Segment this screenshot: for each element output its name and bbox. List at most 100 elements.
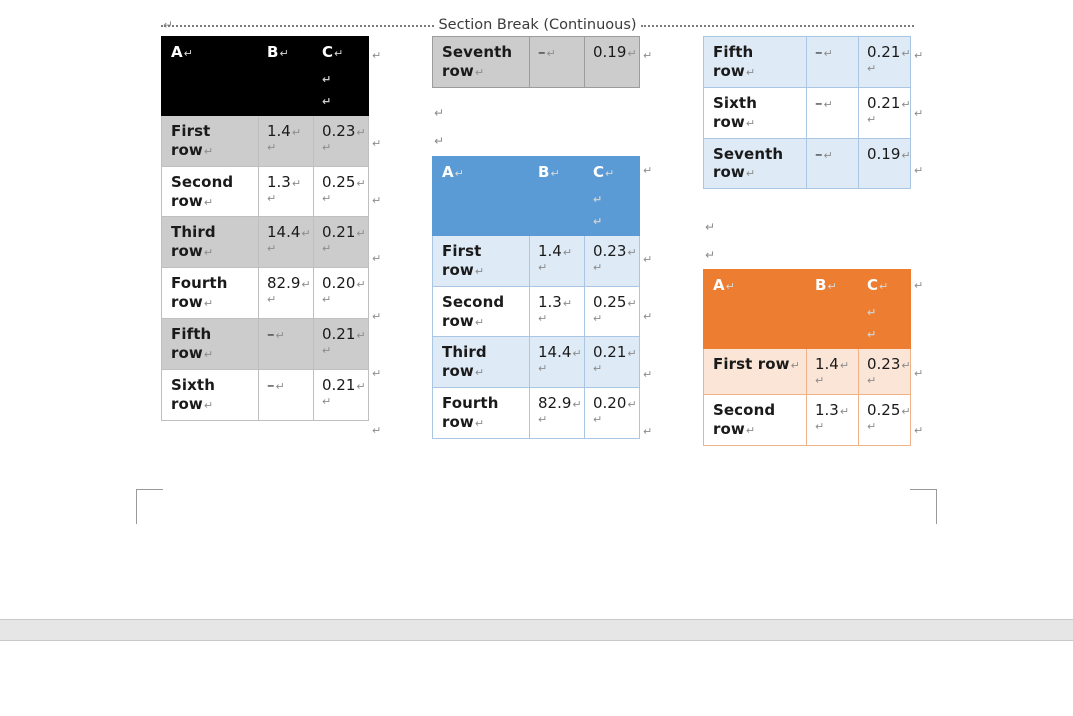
end-of-row-mark: ↵ — [643, 368, 653, 381]
cell-value-c[interactable]: 0.21↵ ↵ — [858, 36, 911, 88]
cell-label[interactable]: Fifth row↵ — [161, 318, 259, 370]
paragraph-mark: ↵ — [267, 242, 277, 256]
cell-value-c[interactable]: 0.21↵ ↵ — [313, 318, 369, 370]
cell-value-b[interactable]: –↵ — [806, 86, 859, 139]
cell-value-b[interactable]: –↵ — [806, 137, 859, 190]
cell-header-c[interactable]: C↵ ↵ ↵ — [313, 36, 369, 116]
cell-header-a[interactable]: A↵ — [703, 269, 807, 349]
cell-value-c[interactable]: 0.21↵ ↵ — [858, 86, 911, 139]
cell-value-c[interactable]: 0.20↵ ↵ — [584, 387, 640, 440]
table-row[interactable]: Third row↵ 14.4↵ ↵ 0.21↵ ↵ — [161, 216, 369, 269]
table-row[interactable]: Fifth row↵ –↵ 0.21↵ ↵ — [703, 36, 911, 88]
cell-label[interactable]: First row↵ — [703, 347, 807, 395]
cell-value-b[interactable]: 1.4↵ ↵ — [806, 347, 859, 395]
cell-value-b[interactable]: 1.3↵ ↵ — [529, 285, 585, 338]
cell-header-b[interactable]: B↵ — [806, 269, 859, 349]
table-row[interactable]: First row↵ 1.4↵ ↵ 0.23↵ ↵ — [703, 347, 911, 395]
cell-value-b[interactable]: 82.9↵ ↵ — [529, 387, 585, 440]
cell-label[interactable]: Seventh row↵ — [432, 36, 530, 88]
cell-value-c[interactable]: 0.23↵ ↵ — [584, 234, 640, 287]
paragraph-mark-spacer: ↵ — [705, 220, 716, 234]
cell-value-c[interactable]: 0.25↵ ↵ — [858, 393, 911, 446]
table-row[interactable]: Second row↵ 1.3↵ ↵ 0.25↵ ↵ — [161, 165, 369, 218]
table-row[interactable]: Sixth row↵ –↵ 0.21↵ ↵ — [161, 368, 369, 421]
table-row[interactable]: Fourth row↵ 82.9↵ ↵ 0.20↵ ↵ — [432, 387, 640, 440]
black-header-table[interactable]: A↵ B↵ C↵ ↵ ↵ First row↵ 1.4↵ ↵ 0.23↵ ↵ Sec… — [161, 36, 369, 421]
cell-value-b[interactable]: 1.4↵ ↵ — [258, 114, 314, 167]
cell-label[interactable]: First row↵ — [432, 234, 530, 287]
cell-value-b[interactable]: –↵ — [529, 36, 585, 88]
table-row[interactable]: Fifth row↵ –↵ 0.21↵ ↵ — [161, 318, 369, 370]
cell-value-b[interactable]: 14.4↵ ↵ — [258, 216, 314, 269]
cell-value-b[interactable]: –↵ — [258, 368, 314, 421]
table-row-header[interactable]: A↵ B↵ C↵ ↵ ↵ — [432, 156, 640, 236]
table-row[interactable]: Sixth row↵ –↵ 0.21↵ ↵ — [703, 86, 911, 139]
table-row-header[interactable]: A↵ B↵ C↵ ↵ ↵ — [161, 36, 369, 116]
cell-header-a[interactable]: A↵ — [161, 36, 259, 116]
cell-value-c[interactable]: 0.19↵ — [858, 137, 911, 190]
cell-value-c[interactable]: 0.20↵ ↵ — [313, 267, 369, 320]
cell-value-c[interactable]: 0.25↵ ↵ — [313, 165, 369, 218]
cell-value-c[interactable]: 0.21↵ ↵ — [313, 368, 369, 421]
cell-header-a[interactable]: A↵ — [432, 156, 530, 236]
orange-header-table[interactable]: A↵ B↵ C↵ ↵ ↵ First row↵ 1.4↵ ↵ 0.23↵ ↵ Sec… — [703, 269, 911, 446]
paragraph-mark: ↵ — [901, 97, 911, 111]
table-row[interactable]: First row↵ 1.4↵ ↵ 0.23↵ ↵ — [432, 234, 640, 287]
table-row[interactable]: Fourth row↵ 82.9↵ ↵ 0.20↵ ↵ — [161, 267, 369, 320]
cell-label[interactable]: Seventh row↵ — [703, 137, 807, 190]
paragraph-mark: ↵ — [203, 246, 214, 260]
cell-header-c[interactable]: C↵ ↵ ↵ — [858, 269, 911, 349]
cell-label[interactable]: Second row↵ — [432, 285, 530, 338]
cell-label[interactable]: Fourth row↵ — [432, 387, 530, 440]
value-c: 0.21 — [322, 223, 356, 242]
cell-label[interactable]: Second row↵ — [703, 393, 807, 446]
cell-value-b[interactable]: 1.3↵ ↵ — [806, 393, 859, 446]
end-of-row-mark: ↵ — [914, 279, 924, 292]
blue-continuation-table[interactable]: Fifth row↵ –↵ 0.21↵ ↵ Sixth row↵ –↵ 0.21↵… — [703, 36, 911, 190]
cell-value-c[interactable]: 0.19↵ — [584, 36, 640, 88]
cell-label[interactable]: First row↵ — [161, 114, 259, 167]
section-break-label: Section Break (Continuous) — [438, 17, 637, 33]
cell-value-c[interactable]: 0.23↵ ↵ — [313, 114, 369, 167]
cell-value-b[interactable]: –↵ — [258, 318, 314, 370]
cell-label[interactable]: Fifth row↵ — [703, 36, 807, 88]
table-row[interactable]: Seventh row↵ –↵ 0.19↵ — [432, 36, 640, 88]
table-row-header[interactable]: A↵ B↵ C↵ ↵ ↵ — [703, 269, 911, 349]
cell-header-c[interactable]: C↵ ↵ ↵ — [584, 156, 640, 236]
blue-header-table[interactable]: A↵ B↵ C↵ ↵ ↵ First row↵ 1.4↵ ↵ 0.23↵ ↵ Sec… — [432, 156, 640, 440]
cell-value-c[interactable]: 0.21↵ ↵ — [584, 336, 640, 389]
paragraph-mark: ↵ — [203, 144, 214, 158]
table-row[interactable]: First row↵ 1.4↵ ↵ 0.23↵ ↵ — [161, 114, 369, 167]
paragraph-mark: ↵ — [474, 264, 485, 278]
cell-header-b[interactable]: B↵ — [258, 36, 314, 116]
paragraph-mark: ↵ — [823, 47, 833, 60]
cell-label[interactable]: Fourth row↵ — [161, 267, 259, 320]
cell-value-b[interactable]: –↵ — [806, 36, 859, 88]
cell-value-b[interactable]: 82.9↵ ↵ — [258, 267, 314, 320]
table-row[interactable]: Second row↵ 1.3↵ ↵ 0.25↵ ↵ — [432, 285, 640, 338]
cell-label[interactable]: Third row↵ — [432, 336, 530, 389]
cell-value-c[interactable]: 0.21↵ ↵ — [313, 216, 369, 269]
cell-header-b[interactable]: B↵ — [529, 156, 585, 236]
cell-label[interactable]: Second row↵ — [161, 165, 259, 218]
header-label-b: B — [267, 43, 279, 61]
end-of-row-mark: ↵ — [643, 253, 653, 266]
cell-value-b[interactable]: 14.4↵ ↵ — [529, 336, 585, 389]
value-b: 1.4 — [538, 241, 562, 260]
cell-value-b[interactable]: 1.3↵ ↵ — [258, 165, 314, 218]
end-of-row-mark: ↵ — [914, 164, 924, 177]
row-label: Fourth row — [171, 274, 228, 312]
gray-continuation-table[interactable]: Seventh row↵ –↵ 0.19↵ — [432, 36, 640, 88]
cell-label[interactable]: Sixth row↵ — [703, 86, 807, 139]
table-row[interactable]: Third row↵ 14.4↵ ↵ 0.21↵ ↵ — [432, 336, 640, 389]
paragraph-mark: ↵ — [867, 305, 877, 319]
cell-label[interactable]: Sixth row↵ — [161, 368, 259, 421]
cell-value-b[interactable]: 1.4↵ ↵ — [529, 234, 585, 287]
table-row[interactable]: Seventh row↵ –↵ 0.19↵ — [703, 137, 911, 190]
paragraph-mark: ↵ — [267, 293, 277, 307]
cell-label[interactable]: Third row↵ — [161, 216, 259, 269]
cell-value-c[interactable]: 0.25↵ ↵ — [584, 285, 640, 338]
paragraph-mark: ↵ — [183, 47, 193, 60]
table-row[interactable]: Second row↵ 1.3↵ ↵ 0.25↵ ↵ — [703, 393, 911, 446]
cell-value-c[interactable]: 0.23↵ ↵ — [858, 347, 911, 395]
